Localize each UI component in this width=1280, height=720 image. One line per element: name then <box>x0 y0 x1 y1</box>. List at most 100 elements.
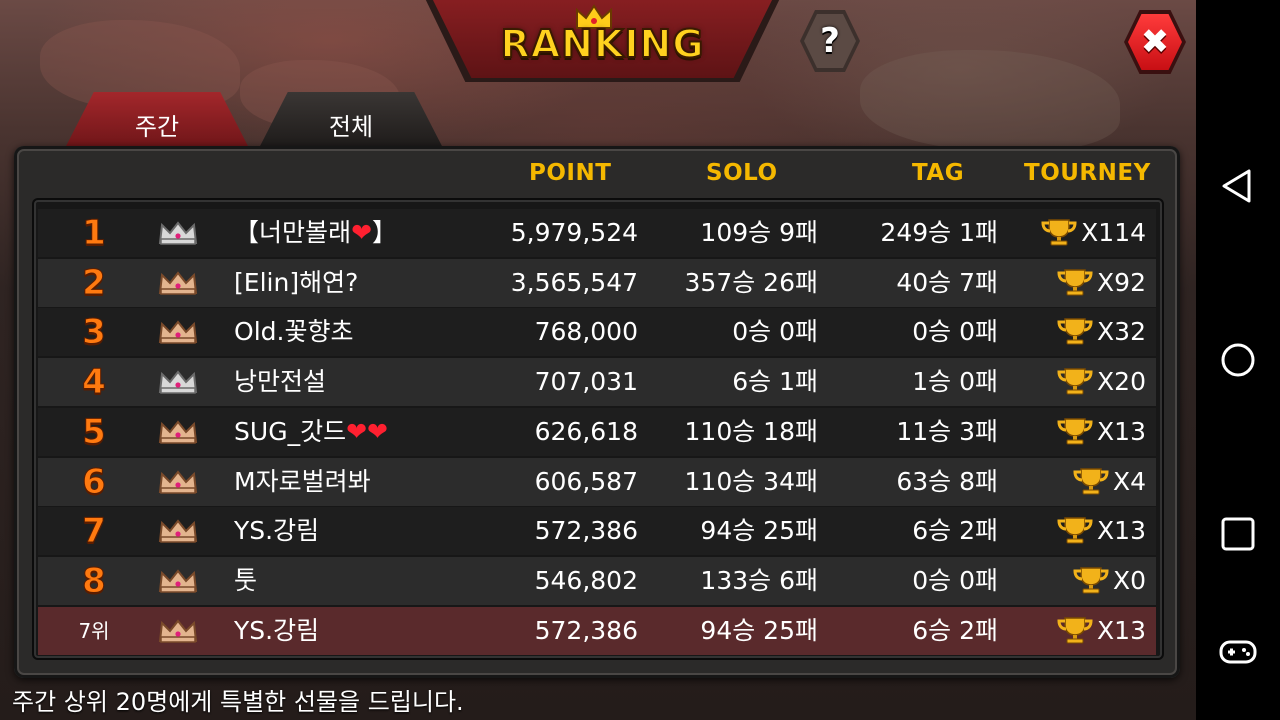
tab-all[interactable]: 전체 <box>258 92 444 150</box>
game-screen: RANKING ? ✖ 주간 전체 POINT SOLO TAG TOURNEY… <box>0 0 1196 720</box>
tag-record: 249승 1패 <box>880 218 998 247</box>
tab-weekly[interactable]: 주간 <box>64 92 250 150</box>
crown-icon <box>158 420 198 444</box>
solo-record: 110승 18패 <box>684 417 818 446</box>
tag-record: 63승 8패 <box>896 467 998 496</box>
trophy-icon <box>1057 318 1093 345</box>
rank-crown <box>158 358 202 406</box>
rank-number: 7위 <box>78 619 110 643</box>
rank-number: 1 <box>82 213 107 254</box>
player-name: 낭만전설 <box>234 367 327 396</box>
background-rock <box>860 50 1120 150</box>
footer-notice: 주간 상위 20명에게 특별한 선물을 드립니다. <box>12 688 464 716</box>
my-rank-row[interactable]: 7위 YS.강림 572,386 94승 25패 6승 2패 X13 <box>38 607 1156 655</box>
trophy-icon <box>1057 517 1093 544</box>
tourney-wins: X0 <box>1028 557 1146 605</box>
tag-record: 0승 0패 <box>912 317 998 346</box>
tag-record: 6승 2패 <box>912 516 998 545</box>
tourney-count: X13 <box>1097 417 1146 446</box>
table-row[interactable]: 3 Old.꽃향초 768,000 0승 0패 0승 0패 X32 <box>38 308 1156 356</box>
crown-icon <box>158 569 198 593</box>
column-header-point: POINT <box>529 160 612 186</box>
tag-record: 6승 2패 <box>912 616 998 645</box>
tourney-wins: X20 <box>1028 358 1146 406</box>
tourney-wins: X92 <box>1028 259 1146 307</box>
rank-crown <box>158 458 202 506</box>
back-triangle-icon[interactable] <box>1218 166 1258 206</box>
rank-crown <box>158 308 202 356</box>
crown-icon <box>158 320 198 344</box>
crown-icon <box>158 619 198 643</box>
point-value: 5,979,524 <box>510 218 638 247</box>
rank-crown <box>158 607 202 655</box>
tag-record: 0승 0패 <box>912 566 998 595</box>
solo-record: 0승 0패 <box>732 317 818 346</box>
player-name: YS.강림 <box>234 616 320 645</box>
solo-record: 94승 25패 <box>700 616 818 645</box>
tag-record: 40승 7패 <box>896 268 998 297</box>
rank-number: 3 <box>82 312 107 353</box>
point-value: 572,386 <box>534 616 638 645</box>
tourney-count: X114 <box>1081 218 1146 247</box>
table-row[interactable]: 4 낭만전설 707,031 6승 1패 1승 0패 X20 <box>38 358 1156 406</box>
rank-crown <box>158 408 202 456</box>
point-value: 707,031 <box>534 367 638 396</box>
tourney-count: X13 <box>1097 516 1146 545</box>
point-value: 3,565,547 <box>510 268 638 297</box>
table-row[interactable]: 8 툿 546,802 133승 6패 0승 0패 X0 <box>38 557 1156 605</box>
tourney-count: X32 <box>1097 317 1146 346</box>
rank-number: 8 <box>82 561 107 602</box>
recents-square-icon[interactable] <box>1218 514 1258 554</box>
table-row[interactable]: 2 [Elin]해연? 3,565,547 357승 26패 40승 7패 X92 <box>38 259 1156 307</box>
rank-number: 6 <box>82 462 107 503</box>
trophy-icon <box>1057 418 1093 445</box>
crown-icon <box>158 221 198 245</box>
point-value: 572,386 <box>534 516 638 545</box>
page-title: RANKING <box>499 21 705 67</box>
table-row[interactable]: 7 YS.강림 572,386 94승 25패 6승 2패 X13 <box>38 507 1156 555</box>
column-header-tag: TAG <box>912 160 965 186</box>
crown-icon <box>158 519 198 543</box>
tourney-count: X20 <box>1097 367 1146 396</box>
solo-record: 6승 1패 <box>732 367 818 396</box>
rank-number: 2 <box>82 263 107 304</box>
rank-crown <box>158 259 202 307</box>
trophy-icon <box>1057 368 1093 395</box>
help-button[interactable]: ? <box>800 10 860 72</box>
tourney-count: X0 <box>1112 566 1146 595</box>
rank-number: 4 <box>82 362 107 403</box>
trophy-icon <box>1057 617 1093 644</box>
table-row[interactable]: 5 SUG_갓드❤❤ 626,618 110승 18패 11승 3패 X13 <box>38 408 1156 456</box>
crown-icon <box>158 470 198 494</box>
player-name: M자로벌려봐 <box>234 467 371 496</box>
player-name: 【너만볼래❤】 <box>234 218 398 247</box>
tag-record: 11승 3패 <box>896 417 998 446</box>
tourney-wins: X13 <box>1028 607 1146 655</box>
player-name: YS.강림 <box>234 516 320 545</box>
rank-number: 5 <box>82 412 107 453</box>
player-name: [Elin]해연? <box>234 268 359 297</box>
solo-record: 110승 34패 <box>684 467 818 496</box>
trophy-icon <box>1073 468 1109 495</box>
player-name: 툿 <box>234 566 258 595</box>
table-row[interactable]: 1 【너만볼래❤】 5,979,524 109승 9패 249승 1패 X114 <box>38 209 1156 257</box>
close-button[interactable]: ✖ <box>1124 10 1186 74</box>
home-circle-icon[interactable] <box>1218 340 1258 380</box>
trophy-icon <box>1041 219 1077 246</box>
gamepad-icon[interactable] <box>1218 632 1258 672</box>
solo-record: 357승 26패 <box>684 268 818 297</box>
tourney-count: X92 <box>1097 268 1146 297</box>
tourney-count: X4 <box>1112 467 1146 496</box>
close-icon: ✖ <box>1128 14 1182 70</box>
trophy-icon <box>1073 567 1109 594</box>
table-row[interactable]: 6 M자로벌려봐 606,587 110승 34패 63승 8패 X4 <box>38 458 1156 506</box>
player-name: SUG_갓드❤❤ <box>234 417 388 446</box>
tourney-wins: X4 <box>1028 458 1146 506</box>
point-value: 626,618 <box>534 417 638 446</box>
solo-record: 133승 6패 <box>700 566 818 595</box>
tag-record: 1승 0패 <box>912 367 998 396</box>
question-icon: ? <box>804 14 856 68</box>
point-value: 546,802 <box>534 566 638 595</box>
rank-number: 7 <box>82 511 107 552</box>
rank-crown <box>158 557 202 605</box>
